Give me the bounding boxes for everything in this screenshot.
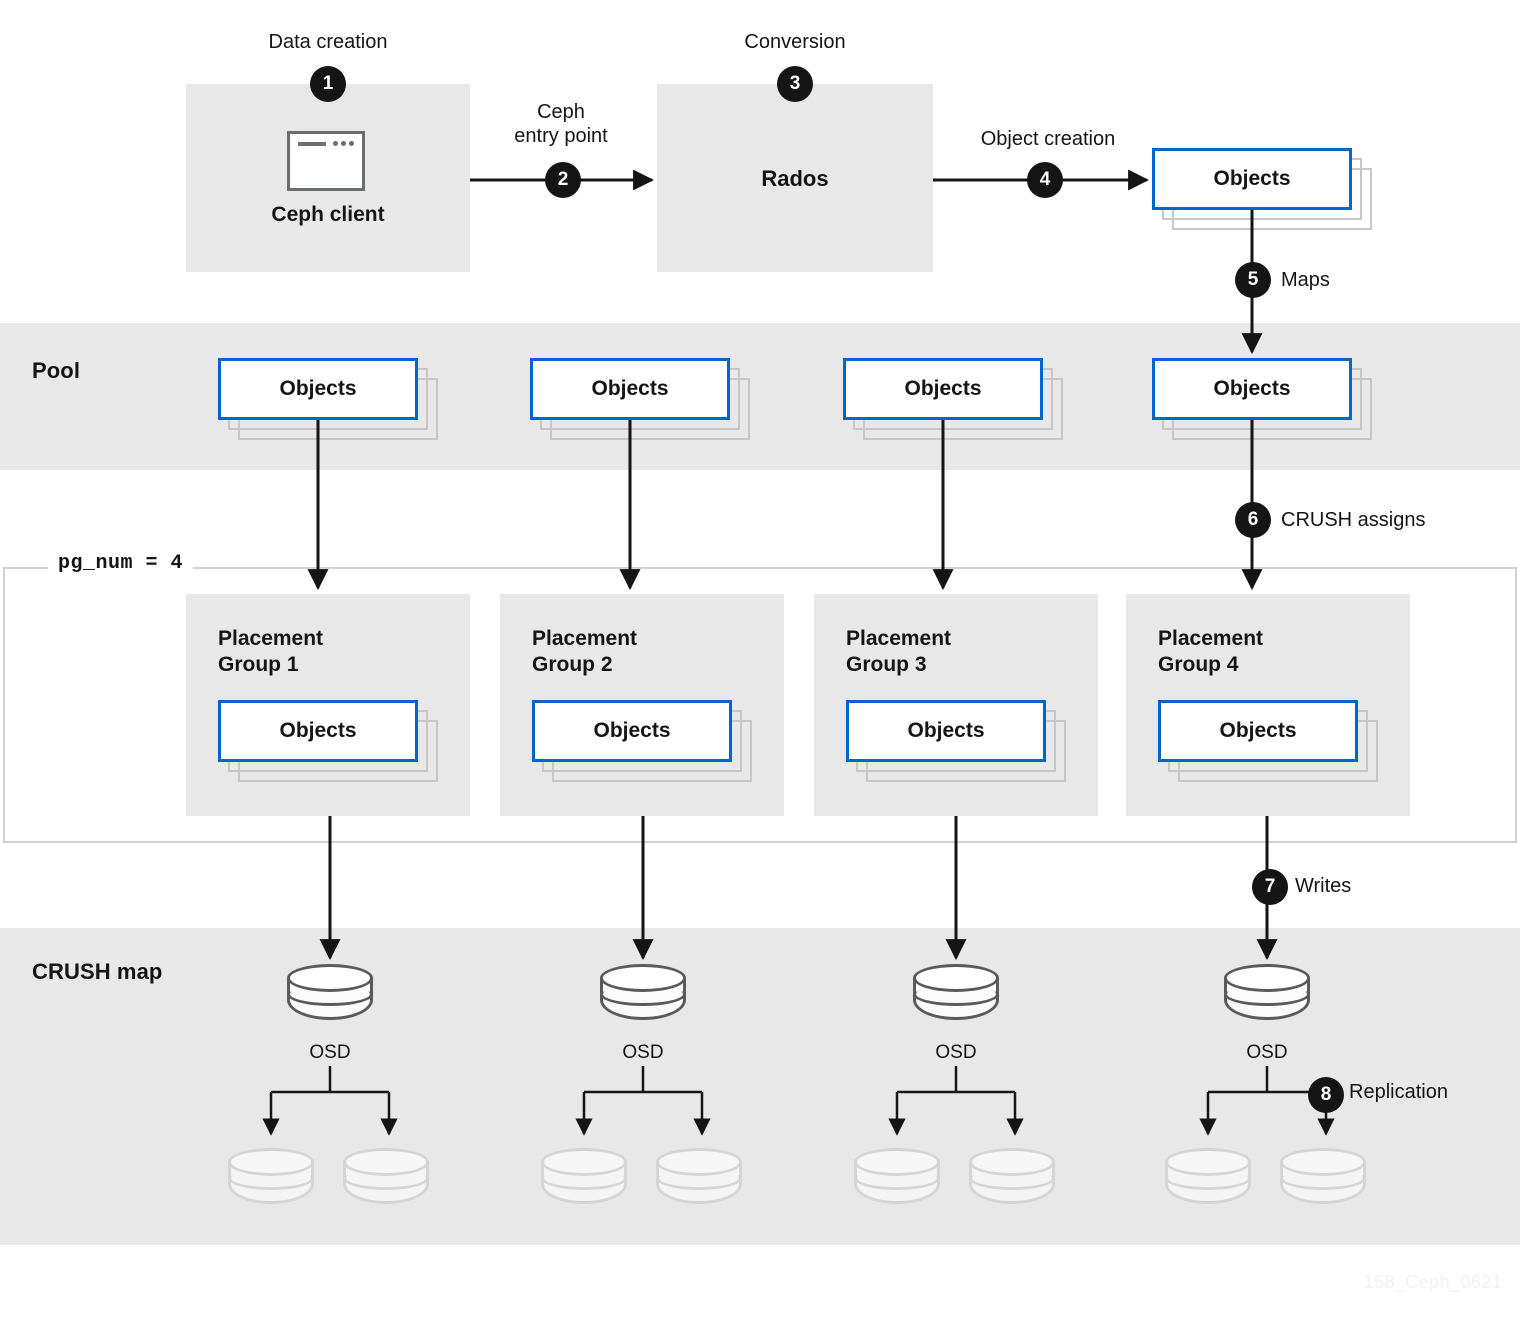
replica-disk-4b	[1280, 1148, 1366, 1212]
objects-card-front: Objects	[1158, 700, 1358, 762]
osd-disk-3	[913, 964, 999, 1028]
osd-label-1: OSD	[309, 1042, 351, 1063]
objects-card-front: Objects	[530, 358, 730, 420]
ceph-client-label: Ceph client	[271, 203, 385, 226]
window-icon-dots	[333, 141, 354, 146]
objects-card-front: Objects	[1152, 148, 1352, 210]
osd-label-3: OSD	[935, 1042, 977, 1063]
pool-objects-card-2: Objects	[530, 358, 750, 440]
step-badge-6: 6	[1235, 502, 1271, 538]
placement-group-title-4: Placement Group 4	[1158, 627, 1264, 677]
step-badge-8: 8	[1308, 1077, 1344, 1113]
osd-label-2: OSD	[622, 1042, 664, 1063]
placement-group-objects-card-1: Objects	[218, 700, 438, 782]
step-badge-3: 3	[777, 66, 813, 102]
replica-disk-1b	[343, 1148, 429, 1212]
rados-label: Rados	[761, 166, 829, 191]
step-label-crush-assigns: CRUSH assigns	[1281, 509, 1426, 531]
objects-card-front: Objects	[218, 700, 418, 762]
osd-disk-1	[287, 964, 373, 1028]
step-badge-7: 7	[1252, 869, 1288, 905]
placement-group-title-1: Placement Group 1	[218, 627, 324, 677]
caption-conversion: Conversion	[744, 31, 846, 53]
osd-disk-4	[1224, 964, 1310, 1028]
watermark: 158_Ceph_0621	[1363, 1272, 1502, 1292]
caption-data-creation: Data creation	[268, 31, 388, 53]
objects-card-front: Objects	[218, 358, 418, 420]
pool-objects-card-1: Objects	[218, 358, 438, 440]
objects-card-front: Objects	[846, 700, 1046, 762]
window-icon-titlebar	[298, 142, 326, 146]
replica-disk-4a	[1165, 1148, 1251, 1212]
crush-map-band-label: CRUSH map	[32, 959, 163, 984]
window-icon	[287, 131, 365, 191]
step-badge-1: 1	[310, 66, 346, 102]
step-badge-5: 5	[1235, 262, 1271, 298]
osd-label-4: OSD	[1246, 1042, 1288, 1063]
step-label-replication: Replication	[1349, 1081, 1448, 1103]
caption-object-creation: Object creation	[980, 128, 1116, 150]
placement-group-title-3: Placement Group 3	[846, 627, 952, 677]
diagram-canvas: Pool CRUSH map pg_num = 4 Ceph client Ra…	[0, 0, 1520, 1326]
placement-group-title-2: Placement Group 2	[532, 627, 638, 677]
objects-card-front: Objects	[532, 700, 732, 762]
caption-ceph-entry-point: Ceph entry point	[514, 101, 608, 148]
replica-disk-2a	[541, 1148, 627, 1212]
objects-card-created: Objects	[1152, 148, 1372, 230]
step-badge-2: 2	[545, 162, 581, 198]
placement-group-objects-card-3: Objects	[846, 700, 1066, 782]
replica-disk-1a	[228, 1148, 314, 1212]
pool-objects-card-4: Objects	[1152, 358, 1372, 440]
replica-disk-2b	[656, 1148, 742, 1212]
placement-group-objects-card-2: Objects	[532, 700, 752, 782]
pool-band-label: Pool	[32, 358, 81, 383]
objects-card-front: Objects	[843, 358, 1043, 420]
pg-num-legend: pg_num = 4	[48, 552, 194, 575]
pool-objects-card-3: Objects	[843, 358, 1063, 440]
objects-card-front: Objects	[1152, 358, 1352, 420]
replica-disk-3b	[969, 1148, 1055, 1212]
replica-disk-3a	[854, 1148, 940, 1212]
step-label-maps: Maps	[1281, 269, 1330, 291]
osd-disk-2	[600, 964, 686, 1028]
step-badge-4: 4	[1027, 162, 1063, 198]
step-label-writes: Writes	[1295, 875, 1352, 897]
placement-group-objects-card-4: Objects	[1158, 700, 1378, 782]
